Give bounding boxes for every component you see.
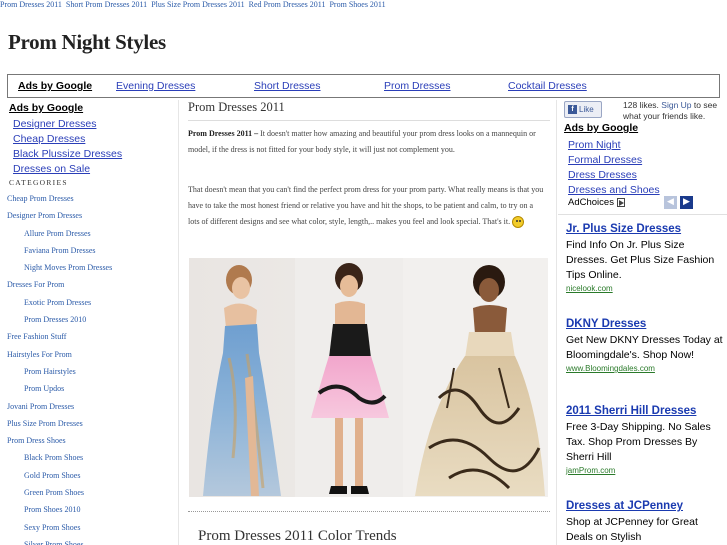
- right-ads-by-google-label[interactable]: Ads by Google: [564, 122, 638, 134]
- right-ad-link[interactable]: Dresses and Shoes: [568, 183, 660, 198]
- category-link[interactable]: Exotic Prom Dresses: [7, 297, 172, 314]
- adchoices-icon: [616, 197, 625, 207]
- ad-description: Get New DKNY Dresses Today at Bloomingda…: [566, 334, 723, 361]
- divider: [558, 214, 727, 215]
- facebook-like-button[interactable]: f Like: [564, 101, 602, 118]
- right-ad-link[interactable]: Prom Night: [568, 138, 660, 153]
- left-ads-by-google-label[interactable]: Ads by Google: [9, 102, 83, 114]
- adbar-link-evening-dresses[interactable]: Evening Dresses: [116, 80, 195, 92]
- adchoices-label: AdChoices: [568, 197, 614, 208]
- left-ad-link[interactable]: Black Plussize Dresses: [13, 147, 122, 162]
- ad-title[interactable]: 2011 Sherri Hill Dresses: [566, 403, 726, 420]
- category-link[interactable]: Green Prom Shoes: [7, 487, 172, 504]
- categories-heading: CATEGORIES: [9, 178, 68, 187]
- category-link[interactable]: Hairstyles For Prom: [7, 349, 172, 366]
- category-link[interactable]: Prom Shoes 2010: [7, 504, 172, 521]
- facebook-icon: f: [568, 105, 577, 114]
- post-paragraph: Prom Dresses 2011 – It doesn't matter ho…: [188, 126, 546, 158]
- category-link[interactable]: Faviana Prom Dresses: [7, 245, 172, 262]
- ad-title[interactable]: DKNY Dresses: [566, 316, 726, 333]
- signup-link[interactable]: Sign Up: [661, 100, 691, 110]
- text-ad: Dresses at JCPenney Shop at JCPenney for…: [566, 498, 726, 545]
- category-link[interactable]: Jovani Prom Dresses: [7, 401, 172, 418]
- prom-dresses-photo: [189, 258, 548, 497]
- next-arrow-icon[interactable]: ▶: [680, 196, 693, 209]
- previous-arrow-icon[interactable]: ◀: [664, 196, 677, 209]
- category-link[interactable]: Black Prom Shoes: [7, 452, 172, 469]
- divider: [556, 100, 557, 545]
- left-ad-link[interactable]: Designer Dresses: [13, 117, 122, 132]
- top-link[interactable]: Short Prom Dresses 2011: [66, 0, 147, 9]
- category-link[interactable]: Gold Prom Shoes: [7, 470, 172, 487]
- right-ad-link[interactable]: Dress Dresses: [568, 168, 660, 183]
- adbar-link-short-dresses[interactable]: Short Dresses: [254, 80, 321, 92]
- ads-by-google-label[interactable]: Ads by Google: [18, 80, 92, 92]
- like-count: 128 likes.: [623, 100, 659, 110]
- category-link[interactable]: Prom Hairstyles: [7, 366, 172, 383]
- ad-description: Find Info On Jr. Plus Size Dresses. Get …: [566, 239, 715, 281]
- adbar-link-prom-dresses[interactable]: Prom Dresses: [384, 80, 451, 92]
- category-link[interactable]: Plus Size Prom Dresses: [7, 418, 172, 435]
- adchoices-link[interactable]: AdChoices: [568, 197, 625, 208]
- text-ad: 2011 Sherri Hill Dresses Free 3-Day Ship…: [566, 403, 726, 477]
- ad-url[interactable]: nicelook.com: [566, 283, 726, 295]
- category-link[interactable]: Prom Dresses 2010: [7, 314, 172, 331]
- categories-list: Cheap Prom Dresses Designer Prom Dresses A…: [7, 193, 172, 545]
- top-links-bar: Prom Dresses 2011 Short Prom Dresses 201…: [0, 0, 727, 12]
- like-label: Like: [579, 105, 594, 114]
- category-link[interactable]: Cheap Prom Dresses: [7, 193, 172, 210]
- ad-url[interactable]: www.Bloomingdales.com: [566, 363, 726, 375]
- ad-description: Free 3-Day Shipping. No Sales Tax. Shop …: [566, 421, 711, 463]
- category-link[interactable]: Sexy Prom Shoes: [7, 522, 172, 539]
- category-link[interactable]: Free Fashion Stuff: [7, 331, 172, 348]
- top-link[interactable]: Prom Dresses 2011: [0, 0, 62, 9]
- left-sidebar: Ads by Google Designer Dresses Cheap Dre…: [7, 100, 172, 545]
- main-content: Prom Dresses 2011 Prom Dresses 2011 – It…: [188, 100, 550, 545]
- left-ad-links: Designer Dresses Cheap Dresses Black Plu…: [13, 117, 122, 177]
- category-link[interactable]: Prom Dress Shoes: [7, 435, 172, 452]
- divider: [178, 100, 179, 545]
- top-link[interactable]: Red Prom Dresses 2011: [249, 0, 326, 9]
- post-paragraph: That doesn't mean that you can't find th…: [188, 182, 546, 230]
- adbar-link-cocktail-dresses[interactable]: Cocktail Dresses: [508, 80, 587, 92]
- category-link[interactable]: Night Moves Prom Dresses: [7, 262, 172, 279]
- ad-title[interactable]: Dresses at JCPenney: [566, 498, 726, 515]
- ad-link-bar: Ads by Google Evening Dresses Short Dres…: [7, 74, 720, 98]
- section-heading: Prom Dresses 2011 Color Trends: [198, 528, 397, 544]
- top-link[interactable]: Prom Shoes 2011: [329, 0, 385, 9]
- right-ad-link[interactable]: Formal Dresses: [568, 153, 660, 168]
- ad-description: Shop at JCPenney for Great Deals on Styl…: [566, 516, 698, 543]
- lead-bold-text: Prom Dresses 2011 –: [188, 129, 259, 138]
- text-ad: Jr. Plus Size Dresses Find Info On Jr. P…: [566, 221, 726, 295]
- category-link[interactable]: Designer Prom Dresses: [7, 210, 172, 227]
- ad-title[interactable]: Jr. Plus Size Dresses: [566, 221, 726, 238]
- left-ad-link[interactable]: Dresses on Sale: [13, 162, 122, 177]
- category-link[interactable]: Dresses For Prom: [7, 279, 172, 296]
- ad-url[interactable]: jamProm.com: [566, 465, 726, 477]
- smiley-icon: [512, 216, 525, 229]
- category-link[interactable]: Silver Prom Shoes: [7, 539, 172, 545]
- category-link[interactable]: Allure Prom Dresses: [7, 228, 172, 245]
- title-divider: [188, 120, 550, 121]
- right-ad-links: Prom Night Formal Dresses Dress Dresses …: [568, 138, 660, 198]
- right-sidebar: f Like 128 likes. Sign Up to see what yo…: [558, 100, 727, 545]
- text-ad: DKNY Dresses Get New DKNY Dresses Today …: [566, 316, 726, 375]
- left-ad-link[interactable]: Cheap Dresses: [13, 132, 122, 147]
- top-link[interactable]: Plus Size Prom Dresses 2011: [151, 0, 244, 9]
- paragraph-text: That doesn't mean that you can't find th…: [188, 185, 544, 226]
- facebook-like-text: 128 likes. Sign Up to see what your frie…: [623, 100, 727, 122]
- post-title[interactable]: Prom Dresses 2011: [188, 100, 285, 115]
- section-divider: [188, 511, 550, 512]
- site-title[interactable]: Prom Night Styles: [8, 30, 166, 55]
- category-link[interactable]: Prom Updos: [7, 383, 172, 400]
